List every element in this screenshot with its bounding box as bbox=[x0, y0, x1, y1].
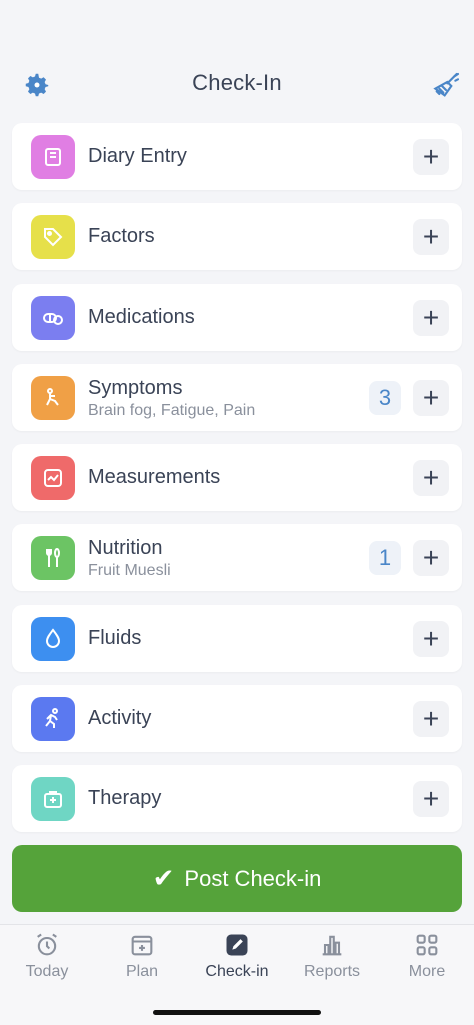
home-indicator bbox=[153, 1010, 321, 1015]
broom-icon[interactable] bbox=[430, 70, 462, 102]
edit-icon bbox=[226, 934, 248, 956]
add-button[interactable]: + bbox=[413, 460, 449, 497]
post-button-label: Post Check-in bbox=[184, 865, 322, 891]
list-item-symptoms[interactable]: Symptoms Brain fog, Fatigue, Pain 3 + bbox=[12, 363, 462, 431]
item-label: Diary Entry bbox=[88, 145, 187, 167]
tab-label: Today bbox=[25, 963, 69, 980]
add-button[interactable]: + bbox=[413, 299, 449, 336]
list-item-activity[interactable]: Activity + bbox=[12, 685, 462, 753]
list-item-medications[interactable]: Medications + bbox=[12, 283, 462, 351]
post-check-in-button[interactable]: ✔ Post Check-in bbox=[12, 845, 462, 912]
tab-plan[interactable]: Plan bbox=[95, 931, 189, 981]
add-button[interactable]: + bbox=[413, 139, 449, 175]
item-label: Fluids bbox=[88, 626, 142, 649]
checkmark-icon: ✔ bbox=[152, 863, 175, 893]
list-item-measurements[interactable]: Measurements + bbox=[12, 444, 462, 512]
tab-reports[interactable]: Reports bbox=[285, 931, 379, 981]
item-label: Medications bbox=[88, 305, 195, 328]
tab-label: More bbox=[408, 963, 446, 980]
header: Check-In bbox=[0, 60, 474, 108]
symptom-icon bbox=[31, 375, 75, 420]
count-badge[interactable]: 3 bbox=[369, 380, 401, 415]
item-label: Measurements bbox=[88, 466, 221, 489]
item-label: Symptoms bbox=[88, 376, 183, 399]
run-icon bbox=[31, 697, 75, 742]
item-label: Activity bbox=[88, 707, 152, 730]
add-button[interactable]: + bbox=[413, 620, 449, 657]
page-title: Check-In bbox=[192, 70, 282, 95]
list-item-nutrition[interactable]: Nutrition Fruit Muesli 1 + bbox=[12, 524, 462, 592]
tab-more[interactable]: More bbox=[380, 931, 474, 981]
bar-chart-icon bbox=[322, 935, 342, 956]
add-button[interactable]: + bbox=[413, 219, 449, 256]
tag-icon bbox=[31, 215, 75, 260]
list-item-therapy[interactable]: Therapy + bbox=[12, 765, 462, 833]
drop-icon bbox=[31, 616, 75, 661]
pill-icon bbox=[31, 295, 75, 340]
utensils-icon bbox=[31, 536, 75, 581]
item-label: Factors bbox=[88, 225, 155, 248]
tab-today[interactable]: Today bbox=[0, 931, 94, 981]
list-item-factors[interactable]: Factors + bbox=[12, 203, 462, 271]
item-label: Therapy bbox=[88, 787, 162, 810]
item-subtitle: Brain fog, Fatigue, Pain bbox=[88, 401, 256, 419]
list-item-diary-entry[interactable]: Diary Entry + bbox=[12, 123, 462, 190]
book-icon bbox=[31, 135, 75, 179]
item-subtitle: Fruit Muesli bbox=[88, 562, 171, 580]
check-in-list: Diary Entry + Factors + Medications + Sy… bbox=[12, 123, 462, 846]
grid-icon bbox=[416, 934, 438, 956]
alarm-clock-icon bbox=[37, 933, 57, 956]
tab-check-in[interactable]: Check-in bbox=[190, 931, 284, 981]
list-item-fluids[interactable]: Fluids + bbox=[12, 604, 462, 672]
tab-label: Reports bbox=[303, 963, 361, 980]
add-button[interactable]: + bbox=[413, 379, 449, 416]
count-badge[interactable]: 1 bbox=[369, 541, 401, 576]
add-button[interactable]: + bbox=[413, 540, 449, 577]
add-button[interactable]: + bbox=[413, 781, 449, 818]
item-label: Nutrition bbox=[88, 537, 163, 560]
chart-icon bbox=[31, 456, 75, 501]
add-button[interactable]: + bbox=[413, 701, 449, 738]
add-calendar-icon bbox=[131, 935, 153, 956]
tab-label: Plan bbox=[125, 963, 159, 980]
first-aid-icon bbox=[31, 777, 75, 822]
tab-label: Check-in bbox=[205, 963, 269, 980]
